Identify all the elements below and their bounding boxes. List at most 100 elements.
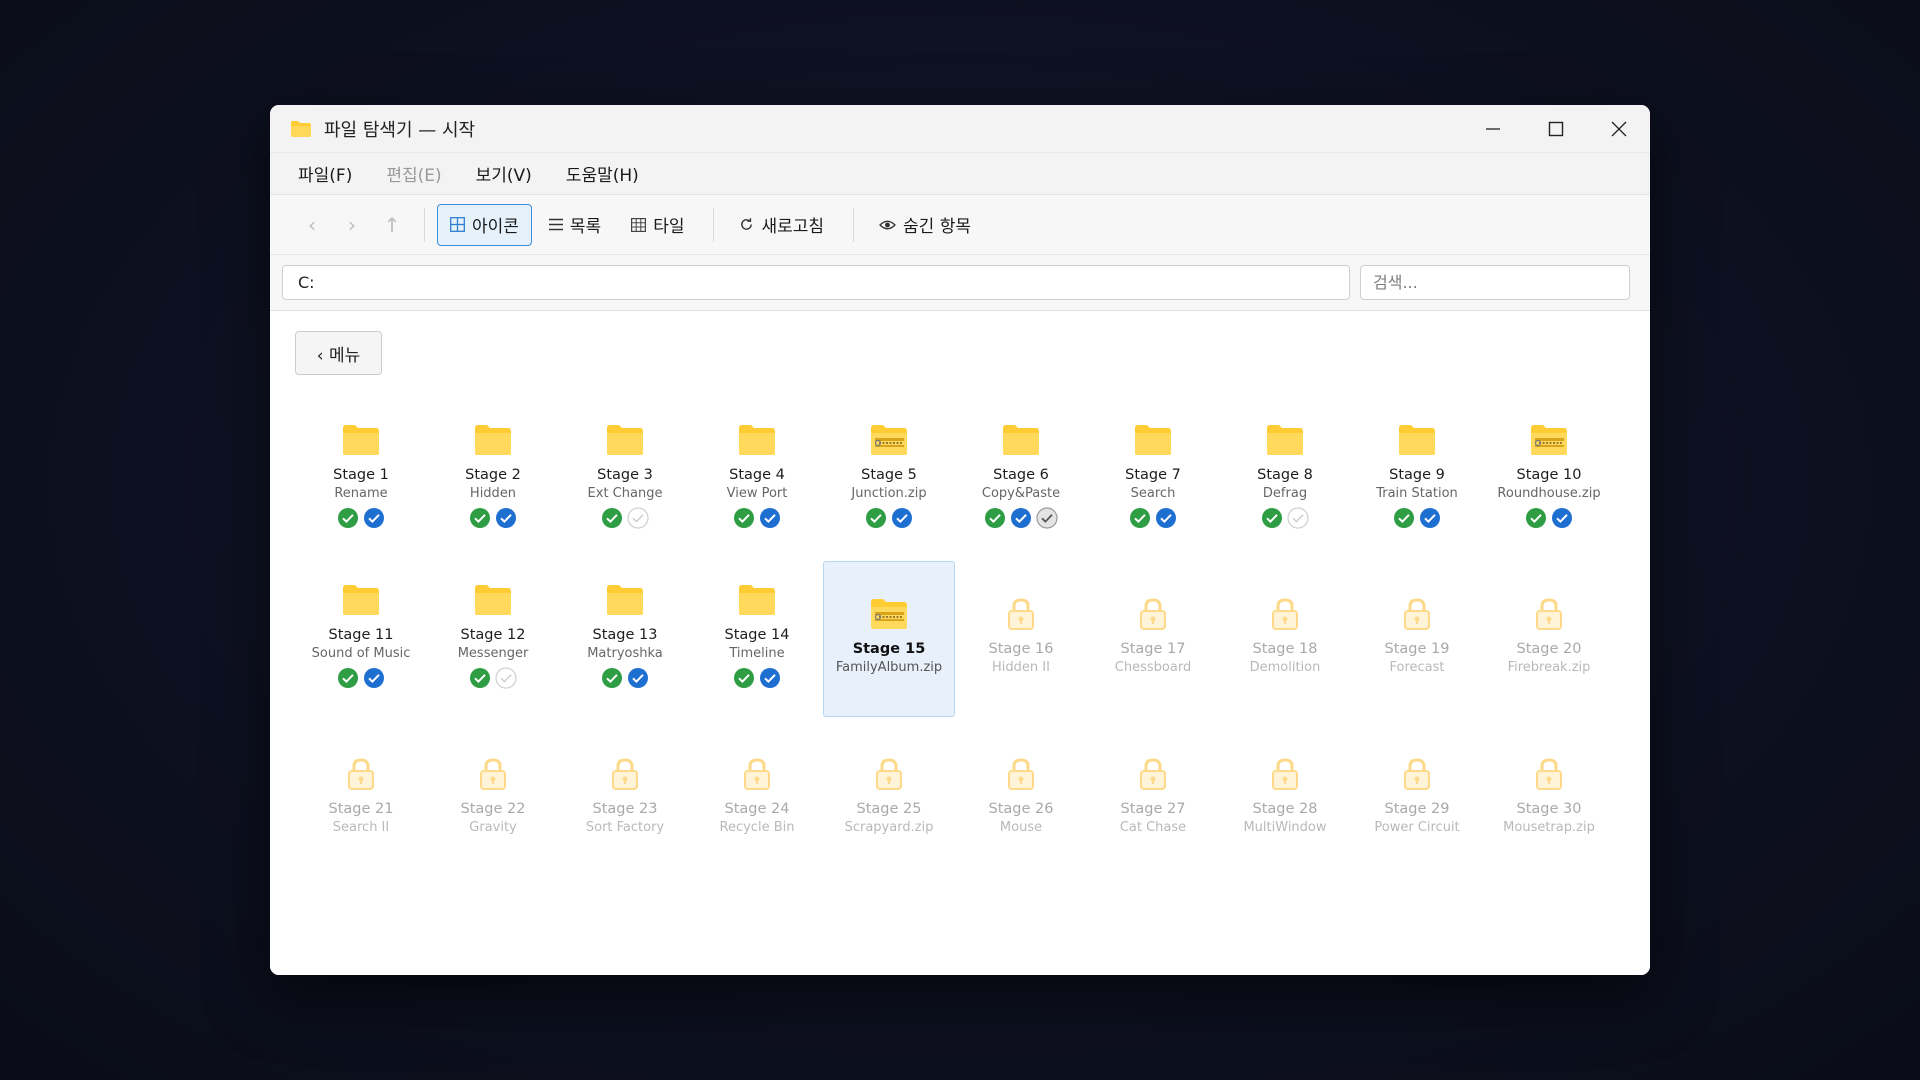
lock-icon bbox=[1137, 594, 1169, 634]
stage-item[interactable]: Stage 1 Rename bbox=[295, 401, 427, 557]
stage-name: Stage 25 bbox=[856, 801, 922, 817]
stage-item[interactable]: Stage 22 Gravity bbox=[427, 721, 559, 877]
minimize-button[interactable] bbox=[1461, 105, 1524, 153]
close-button[interactable] bbox=[1587, 105, 1650, 153]
view-icons-button[interactable]: 아이콘 bbox=[437, 203, 532, 246]
stage-item[interactable]: Stage 14 Timeline bbox=[691, 561, 823, 717]
completion-badges bbox=[335, 667, 387, 689]
menu-view[interactable]: 보기(V) bbox=[476, 161, 532, 186]
stage-subtitle: Timeline bbox=[729, 646, 785, 661]
stage-item[interactable]: Stage 29 Power Circuit bbox=[1351, 721, 1483, 877]
lock-icon bbox=[1137, 754, 1169, 794]
stage-subtitle: Scrapyard.zip bbox=[844, 820, 934, 835]
stage-name: Stage 27 bbox=[1120, 801, 1186, 817]
stage-name: Stage 16 bbox=[988, 641, 1054, 657]
stage-item[interactable]: Stage 24 Recycle Bin bbox=[691, 721, 823, 877]
stage-subtitle: Rename bbox=[334, 486, 388, 501]
stage-item[interactable]: Stage 8 Defrag bbox=[1219, 401, 1351, 557]
green-check-icon bbox=[599, 507, 625, 529]
menu-file[interactable]: 파일(F) bbox=[298, 161, 352, 186]
toolbar-divider bbox=[424, 207, 425, 242]
stage-item[interactable]: Stage 15 FamilyAlbum.zip bbox=[823, 561, 955, 717]
eye-icon bbox=[879, 219, 896, 231]
stage-item[interactable]: Stage 28 MultiWindow bbox=[1219, 721, 1351, 877]
folder-icon bbox=[473, 420, 513, 460]
folder-icon bbox=[737, 420, 777, 460]
stage-item[interactable]: Stage 4 View Port bbox=[691, 401, 823, 557]
completion-badges bbox=[467, 667, 519, 689]
stage-subtitle: View Port bbox=[726, 486, 788, 501]
stage-name: Stage 10 bbox=[1516, 467, 1582, 483]
stage-item[interactable]: Stage 16 Hidden II bbox=[955, 561, 1087, 717]
completion-badges bbox=[731, 507, 783, 529]
stage-item[interactable]: Stage 9 Train Station bbox=[1351, 401, 1483, 557]
maximize-button[interactable] bbox=[1524, 105, 1587, 153]
stage-subtitle: Mousetrap.zip bbox=[1503, 820, 1595, 835]
stage-name: Stage 3 bbox=[597, 467, 653, 483]
completion-badges bbox=[863, 507, 915, 529]
stage-item[interactable]: Stage 11 Sound of Music bbox=[295, 561, 427, 717]
stage-name: Stage 9 bbox=[1389, 467, 1445, 483]
search-input[interactable] bbox=[1360, 265, 1630, 300]
stage-subtitle: Demolition bbox=[1249, 660, 1321, 675]
completion-badges bbox=[982, 507, 1060, 529]
stage-name: Stage 15 bbox=[852, 641, 926, 657]
green-check-icon bbox=[599, 667, 625, 689]
stage-item[interactable]: Stage 7 Search bbox=[1087, 401, 1219, 557]
stage-item[interactable]: Stage 20 Firebreak.zip bbox=[1483, 561, 1615, 717]
menu-edit[interactable]: 편집(E) bbox=[386, 161, 441, 186]
zip-folder-icon bbox=[869, 594, 909, 634]
back-nav-button[interactable]: ‹ bbox=[292, 213, 332, 237]
menu-help[interactable]: 도움말(H) bbox=[566, 161, 639, 186]
forward-nav-button[interactable]: › bbox=[332, 213, 372, 237]
stage-item[interactable]: Stage 12 Messenger bbox=[427, 561, 559, 717]
stage-item[interactable]: Stage 5 Junction.zip bbox=[823, 401, 955, 557]
stage-item[interactable]: Stage 23 Sort Factory bbox=[559, 721, 691, 877]
stage-item[interactable]: Stage 18 Demolition bbox=[1219, 561, 1351, 717]
stage-item[interactable]: Stage 6 Copy&Paste bbox=[955, 401, 1087, 557]
address-bar[interactable]: C: bbox=[282, 265, 1350, 300]
stage-name: Stage 14 bbox=[724, 627, 790, 643]
lock-icon bbox=[1269, 594, 1301, 634]
stage-grid: Stage 1 Rename Stage 2 Hidden Stage 3 Ext Cha… bbox=[295, 401, 1615, 881]
completion-badges bbox=[1127, 507, 1179, 529]
stage-subtitle: Power Circuit bbox=[1374, 820, 1460, 835]
refresh-button[interactable]: 새로고침 bbox=[726, 204, 837, 246]
stage-item[interactable]: Stage 2 Hidden bbox=[427, 401, 559, 557]
up-nav-button[interactable]: ↑ bbox=[372, 213, 412, 237]
stage-item[interactable]: Stage 19 Forecast bbox=[1351, 561, 1483, 717]
blue-check-icon bbox=[889, 507, 915, 529]
lock-icon bbox=[1401, 754, 1433, 794]
stage-item[interactable]: Stage 21 Search II bbox=[295, 721, 427, 877]
stage-item[interactable]: Stage 17 Chessboard bbox=[1087, 561, 1219, 717]
stage-item[interactable]: Stage 26 Mouse bbox=[955, 721, 1087, 877]
hidden-items-button[interactable]: 숨긴 항목 bbox=[866, 204, 984, 246]
address-row: C: bbox=[270, 255, 1650, 311]
stage-item[interactable]: Stage 10 Roundhouse.zip bbox=[1483, 401, 1615, 557]
stage-name: Stage 5 bbox=[861, 467, 917, 483]
stage-subtitle: Cat Chase bbox=[1119, 820, 1187, 835]
stage-name: Stage 19 bbox=[1384, 641, 1450, 657]
title-bar[interactable]: 파일 탐색기 — 시작 bbox=[270, 105, 1650, 153]
blue-check-icon bbox=[1008, 507, 1034, 529]
blue-check-icon bbox=[1417, 507, 1443, 529]
stage-subtitle: Mouse bbox=[999, 820, 1043, 835]
zip-folder-icon bbox=[869, 420, 909, 460]
stage-item[interactable]: Stage 30 Mousetrap.zip bbox=[1483, 721, 1615, 877]
incomplete-check-icon bbox=[1285, 507, 1311, 529]
view-tiles-button[interactable]: 타일 bbox=[618, 204, 697, 246]
hidden-items-label: 숨긴 항목 bbox=[903, 217, 972, 237]
stage-item[interactable]: Stage 13 Matryoshka bbox=[559, 561, 691, 717]
view-list-button[interactable]: 목록 bbox=[536, 204, 614, 246]
back-to-menu-button[interactable]: ‹ 메뉴 bbox=[295, 331, 382, 375]
stage-item[interactable]: Stage 27 Cat Chase bbox=[1087, 721, 1219, 877]
window-controls bbox=[1461, 105, 1650, 153]
stage-name: Stage 23 bbox=[592, 801, 658, 817]
stage-subtitle: Defrag bbox=[1262, 486, 1308, 501]
stage-item[interactable]: Stage 3 Ext Change bbox=[559, 401, 691, 557]
stage-item[interactable]: Stage 25 Scrapyard.zip bbox=[823, 721, 955, 877]
lock-icon bbox=[1401, 594, 1433, 634]
completion-badges bbox=[1391, 507, 1443, 529]
stage-name: Stage 24 bbox=[724, 801, 790, 817]
close-icon bbox=[1611, 121, 1626, 137]
